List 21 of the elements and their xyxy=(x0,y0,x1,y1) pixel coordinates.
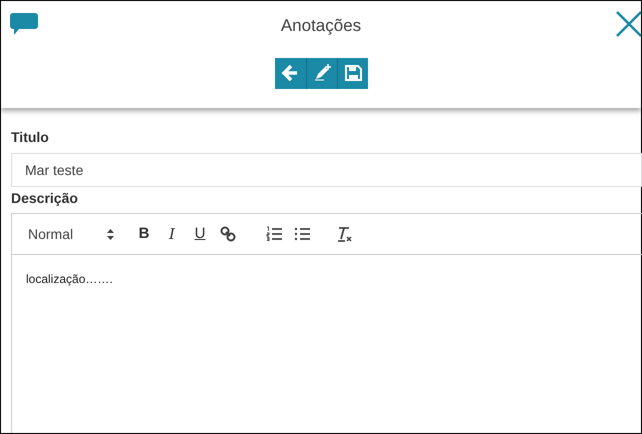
title-field[interactable]: Mar teste xyxy=(11,153,642,187)
link-icon xyxy=(219,225,237,243)
back-arrow-icon xyxy=(280,63,300,83)
toolbar-button[interactable] xyxy=(306,58,336,88)
bullet-list-icon xyxy=(293,225,311,243)
format-button[interactable]: I xyxy=(158,222,186,246)
format-button[interactable]: U xyxy=(186,222,214,246)
close-icon[interactable] xyxy=(615,10,641,38)
field-label: Titulo xyxy=(11,128,50,146)
toolbar-button[interactable] xyxy=(274,58,306,88)
editor-text: localização……. xyxy=(25,271,114,288)
toolbar-button[interactable] xyxy=(336,58,368,88)
numbered-list-icon xyxy=(265,225,283,243)
field-label: Descrição xyxy=(11,189,79,208)
clear-format-icon xyxy=(335,225,353,243)
format-dropdown[interactable]: Normal xyxy=(28,224,128,244)
sort-caret-icon xyxy=(107,228,114,240)
window-title: Anotações xyxy=(280,15,362,37)
format-button[interactable]: B xyxy=(130,222,158,246)
rich-text-editor[interactable]: Normal B I U localização……. xyxy=(11,213,642,433)
chat-bubble-icon[interactable] xyxy=(10,13,38,35)
